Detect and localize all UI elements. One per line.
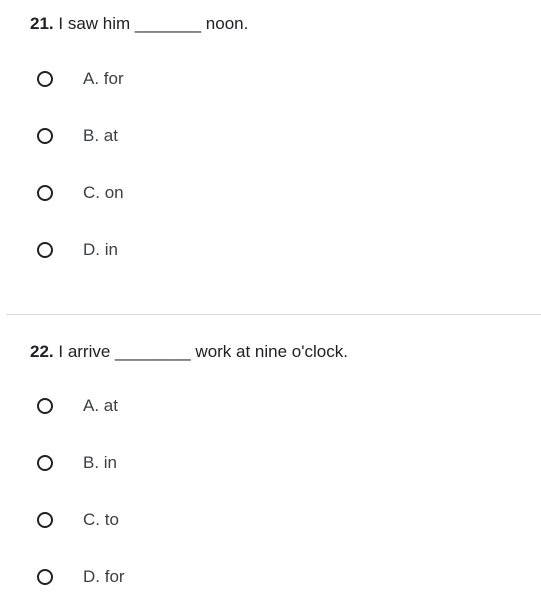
option-d[interactable]: D. for — [37, 565, 125, 589]
option-label: C. to — [83, 510, 119, 529]
radio-button[interactable] — [37, 185, 53, 201]
question-text: 21. I saw him _______ noon. — [30, 14, 248, 34]
option-label: D. in — [83, 240, 118, 259]
question-text: 22. I arrive ________ work at nine o'clo… — [30, 342, 348, 362]
option-c[interactable]: C. on — [37, 181, 124, 205]
radio-button[interactable] — [37, 128, 53, 144]
option-a[interactable]: A. for — [37, 67, 124, 91]
question-divider — [6, 314, 541, 315]
question-number: 21. — [30, 14, 54, 33]
radio-button[interactable] — [37, 455, 53, 471]
option-b[interactable]: B. in — [37, 451, 117, 475]
radio-button[interactable] — [37, 242, 53, 258]
option-b[interactable]: B. at — [37, 124, 118, 148]
option-label: B. at — [83, 126, 118, 145]
option-label: A. at — [83, 396, 118, 415]
option-d[interactable]: D. in — [37, 238, 118, 262]
option-label: B. in — [83, 453, 118, 472]
option-c[interactable]: C. to — [37, 508, 119, 532]
question-prompt: I saw him _______ noon. — [58, 14, 249, 33]
radio-button[interactable] — [37, 398, 53, 414]
question-number: 22. — [30, 342, 54, 361]
radio-button[interactable] — [37, 512, 53, 528]
option-a[interactable]: A. at — [37, 394, 118, 418]
option-label: A. for — [83, 69, 124, 88]
radio-button[interactable] — [37, 569, 53, 585]
option-label: D. for — [83, 567, 125, 586]
option-label: C. on — [83, 183, 124, 202]
radio-button[interactable] — [37, 71, 53, 87]
question-prompt: I arrive ________ work at nine o'clock. — [58, 342, 348, 361]
